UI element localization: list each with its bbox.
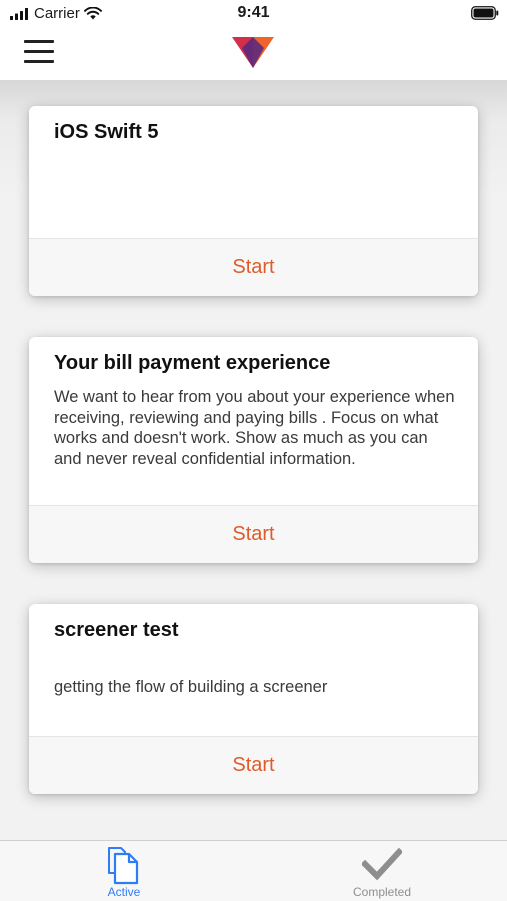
documents-icon [108,847,139,885]
start-button[interactable]: Start [29,239,478,296]
status-time: 9:41 [237,4,270,21]
navigation-bar [0,28,507,80]
hamburger-menu-icon[interactable] [24,40,54,64]
survey-card: iOS Swift 5 Start [29,106,478,296]
survey-card: Your bill payment experience We want to … [29,337,478,563]
card-description: We want to hear from you about your expe… [54,388,455,468]
survey-list[interactable]: iOS Swift 5 Start Your bill payment expe… [0,80,507,840]
card-description: getting the flow of building a screener [54,678,328,696]
tab-active[interactable]: Active [64,841,184,901]
card-title: Your bill payment experience [54,352,331,374]
start-button[interactable]: Start [29,737,478,794]
checkmark-icon [362,847,402,881]
survey-card: screener test getting the flow of buildi… [29,604,478,794]
battery-icon [471,6,499,25]
card-title: iOS Swift 5 [54,121,159,143]
tab-label-active: Active [107,885,141,899]
start-button[interactable]: Start [29,506,478,563]
status-bar: Carrier 9:41 [0,0,507,28]
tab-bar: Active Completed [0,840,507,901]
brand-logo-icon [232,37,274,68]
tab-completed[interactable]: Completed [322,841,442,901]
tab-label-completed: Completed [352,885,412,899]
card-title: screener test [54,619,179,641]
